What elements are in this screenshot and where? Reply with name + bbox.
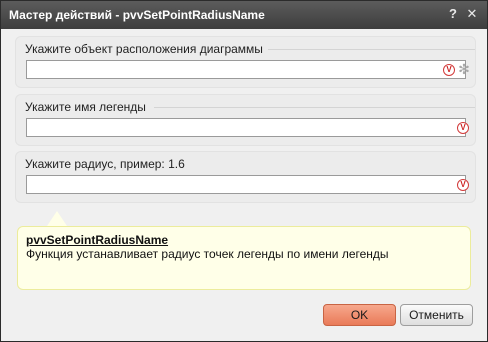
validation-icon[interactable]: V <box>443 64 455 76</box>
radius-group: Укажите радиус, пример: 1.6 V <box>15 151 476 203</box>
dialog-title: Мастер действий - pvvSetPointRadiusName <box>9 8 265 22</box>
help-icon[interactable]: ? <box>445 6 461 22</box>
diagram-object-input[interactable] <box>26 60 466 79</box>
group-divider <box>268 49 475 50</box>
validation-icon[interactable]: V <box>457 122 469 134</box>
legend-name-input[interactable] <box>26 118 466 137</box>
title-bar[interactable]: Мастер действий - pvvSetPointRadiusName … <box>1 1 487 29</box>
legend-name-label: Укажите имя легенды <box>25 100 146 114</box>
cancel-button[interactable]: Отменить <box>400 304 473 326</box>
diagram-object-group: Укажите объект расположения диаграммы V … <box>15 36 476 88</box>
legend-name-group: Укажите имя легенды V <box>15 94 476 146</box>
function-description: Функция устанавливает радиус точек леген… <box>26 247 389 261</box>
close-icon[interactable]: ✕ <box>464 6 480 22</box>
action-wizard-dialog: Мастер действий - pvvSetPointRadiusName … <box>0 0 488 342</box>
radius-label: Укажите радиус, пример: 1.6 <box>25 157 185 171</box>
object-picker-icon[interactable]: ✻ <box>457 62 471 76</box>
validation-icon[interactable]: V <box>457 179 469 191</box>
diagram-object-label: Укажите объект расположения диаграммы <box>25 42 263 56</box>
info-pointer <box>47 211 67 226</box>
function-name: pvvSetPointRadiusName <box>26 233 169 247</box>
radius-input[interactable] <box>26 175 466 194</box>
ok-button[interactable]: OK <box>323 304 396 326</box>
group-divider <box>154 107 475 108</box>
function-info-box: pvvSetPointRadiusName Функция устанавлив… <box>17 226 471 290</box>
